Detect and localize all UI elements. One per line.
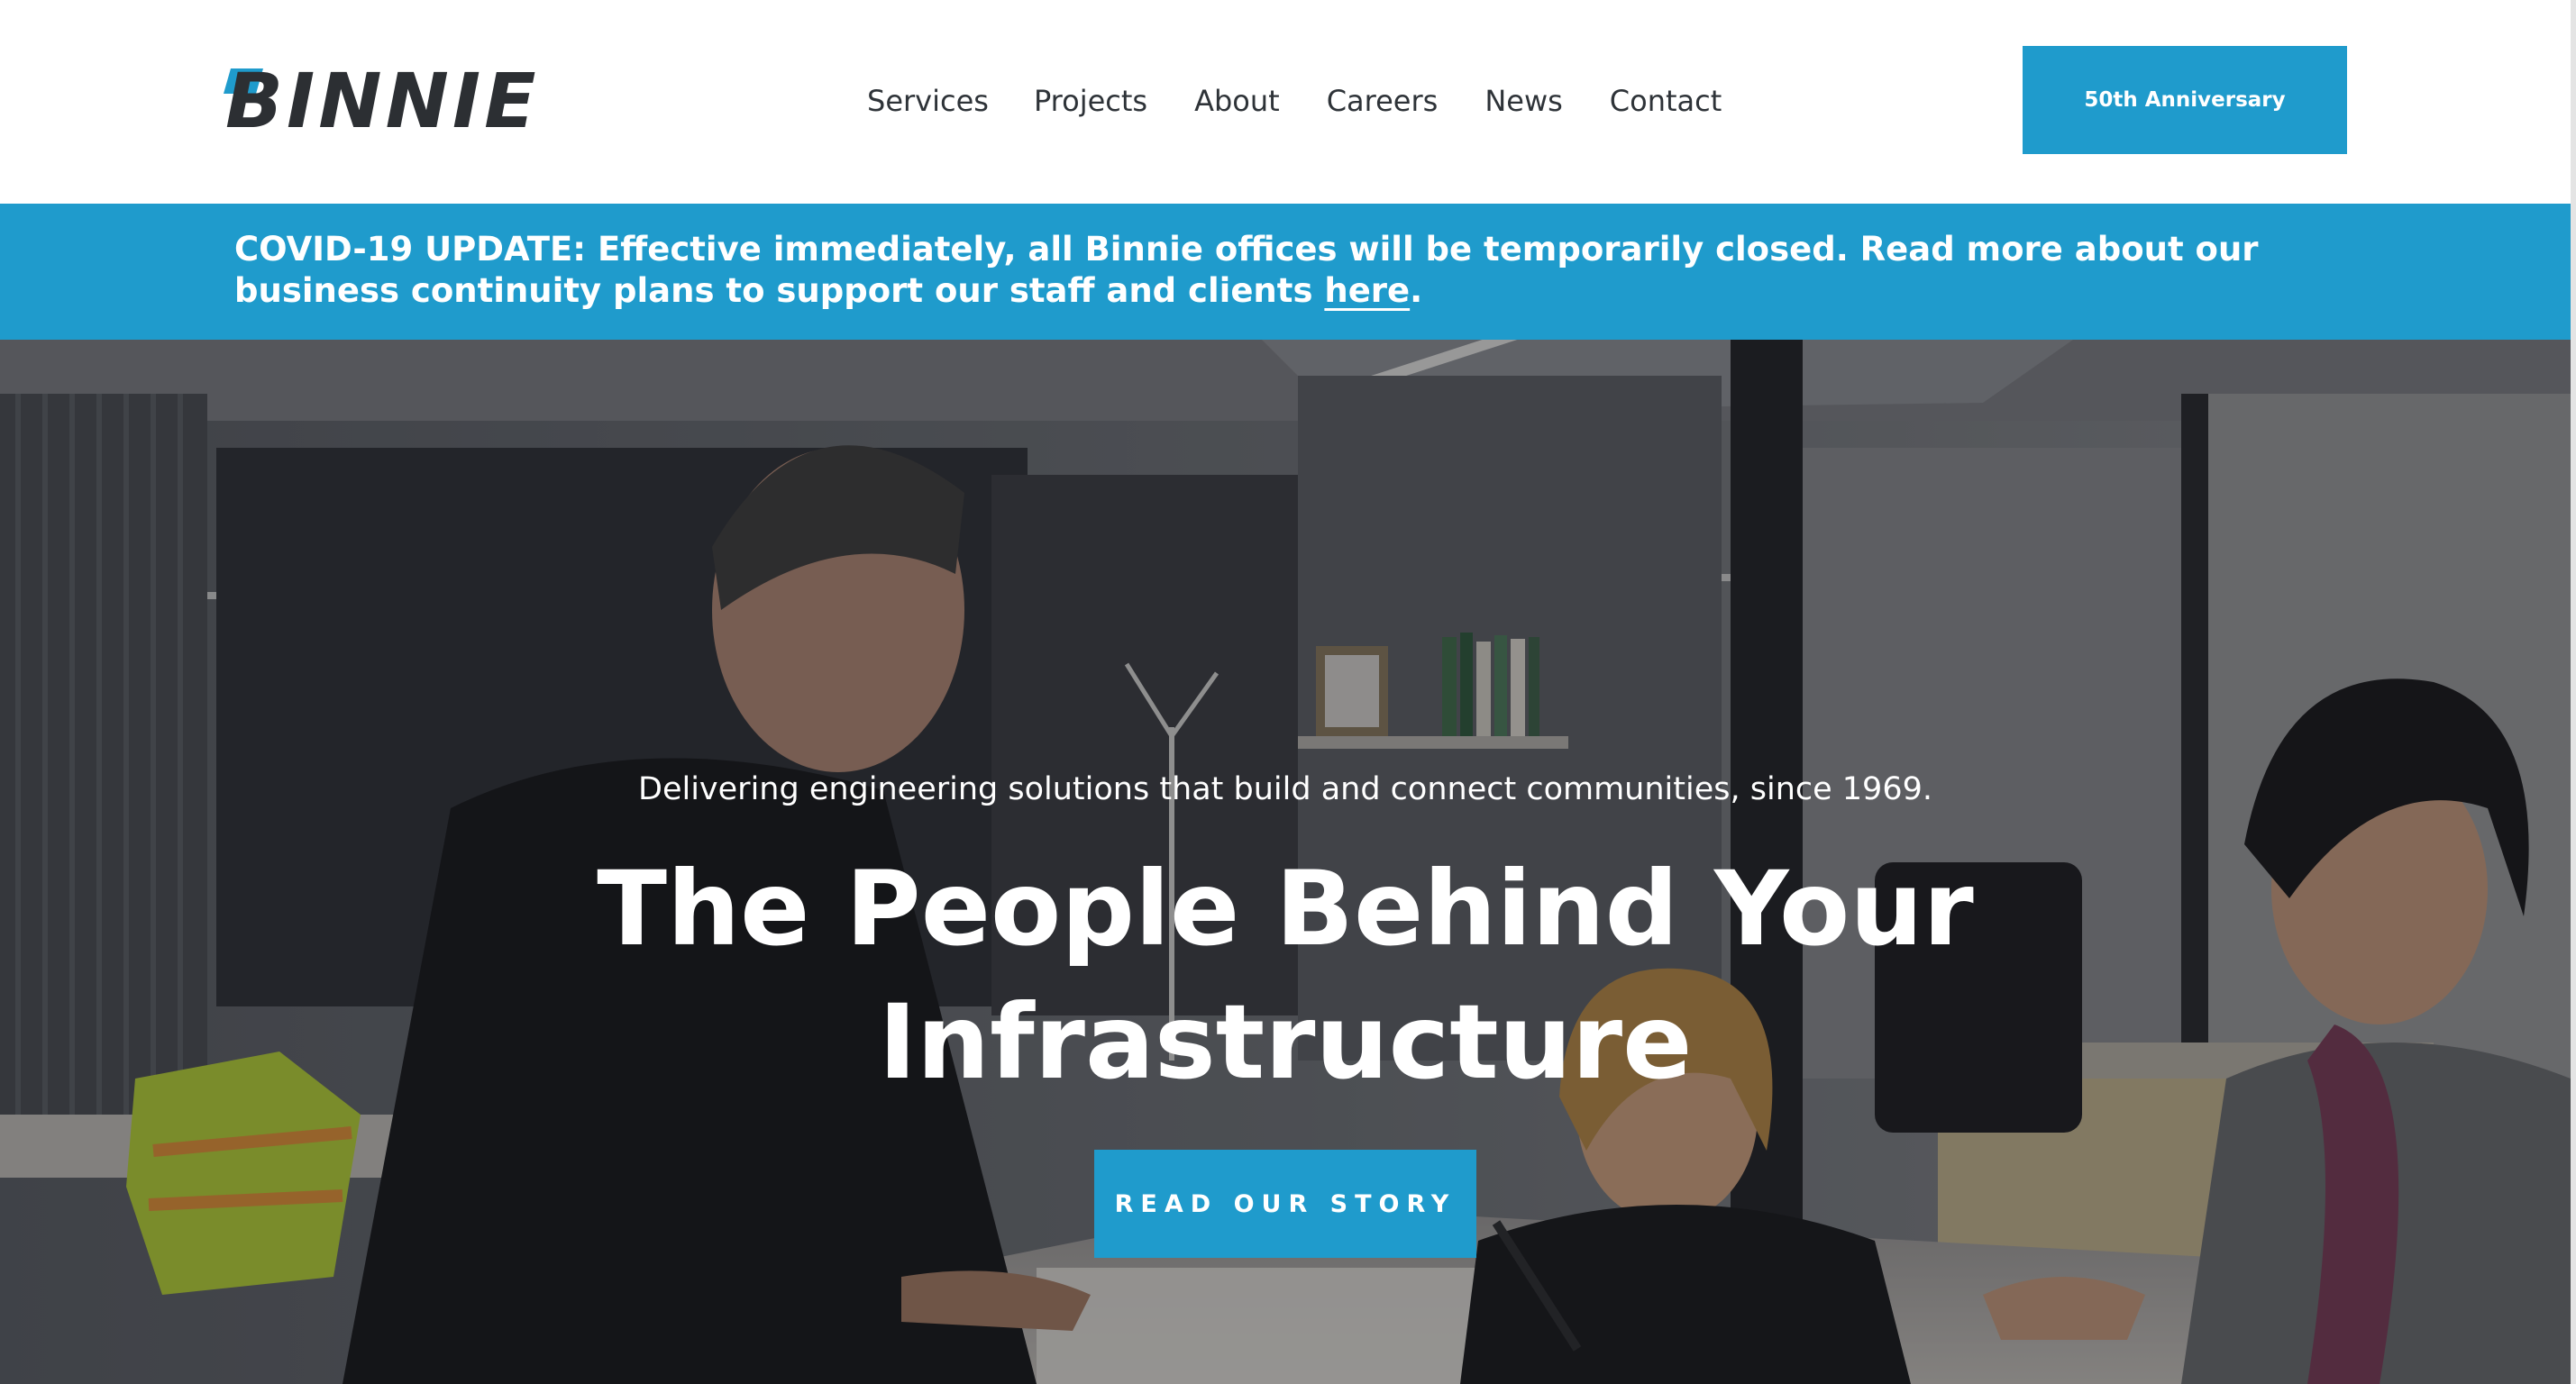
nav-contact[interactable]: Contact bbox=[1610, 77, 1722, 124]
nav-services[interactable]: Services bbox=[867, 77, 989, 124]
alert-suffix: . bbox=[1410, 271, 1423, 310]
hero-tagline: Delivering engineering solutions that bu… bbox=[638, 771, 1932, 807]
hero-section: Delivering engineering solutions that bu… bbox=[0, 340, 2571, 1384]
read-our-story-button[interactable]: READ OUR STORY bbox=[1094, 1150, 1476, 1258]
nav-careers[interactable]: Careers bbox=[1327, 77, 1439, 124]
nav-projects[interactable]: Projects bbox=[1034, 77, 1147, 124]
main-navigation: Services Projects About Careers News Con… bbox=[867, 77, 1722, 124]
logo-wordmark: BINNIE bbox=[225, 57, 540, 145]
alert-text: COVID-19 UPDATE: Effective immediately, … bbox=[234, 230, 2259, 310]
alert-here-link[interactable]: here bbox=[1324, 271, 1410, 310]
website: BINNIE Services Projects About Careers N… bbox=[0, 0, 2571, 1384]
binnie-logo[interactable]: BINNIE bbox=[222, 59, 546, 142]
covid-alert-banner: COVID-19 UPDATE: Effective immediately, … bbox=[0, 204, 2571, 340]
hero-title: The People Behind Your Infrastructure bbox=[597, 849, 1974, 1102]
site-header: BINNIE Services Projects About Careers N… bbox=[0, 0, 2571, 204]
page-scrollbar[interactable] bbox=[2571, 0, 2576, 1384]
browser-viewport: BINNIE Services Projects About Careers N… bbox=[0, 0, 2576, 1384]
alert-message: COVID-19 UPDATE: Effective immediately, … bbox=[234, 229, 2380, 312]
anniversary-button[interactable]: 50th Anniversary bbox=[2023, 46, 2347, 154]
nav-about[interactable]: About bbox=[1194, 77, 1280, 124]
nav-news[interactable]: News bbox=[1484, 77, 1562, 124]
